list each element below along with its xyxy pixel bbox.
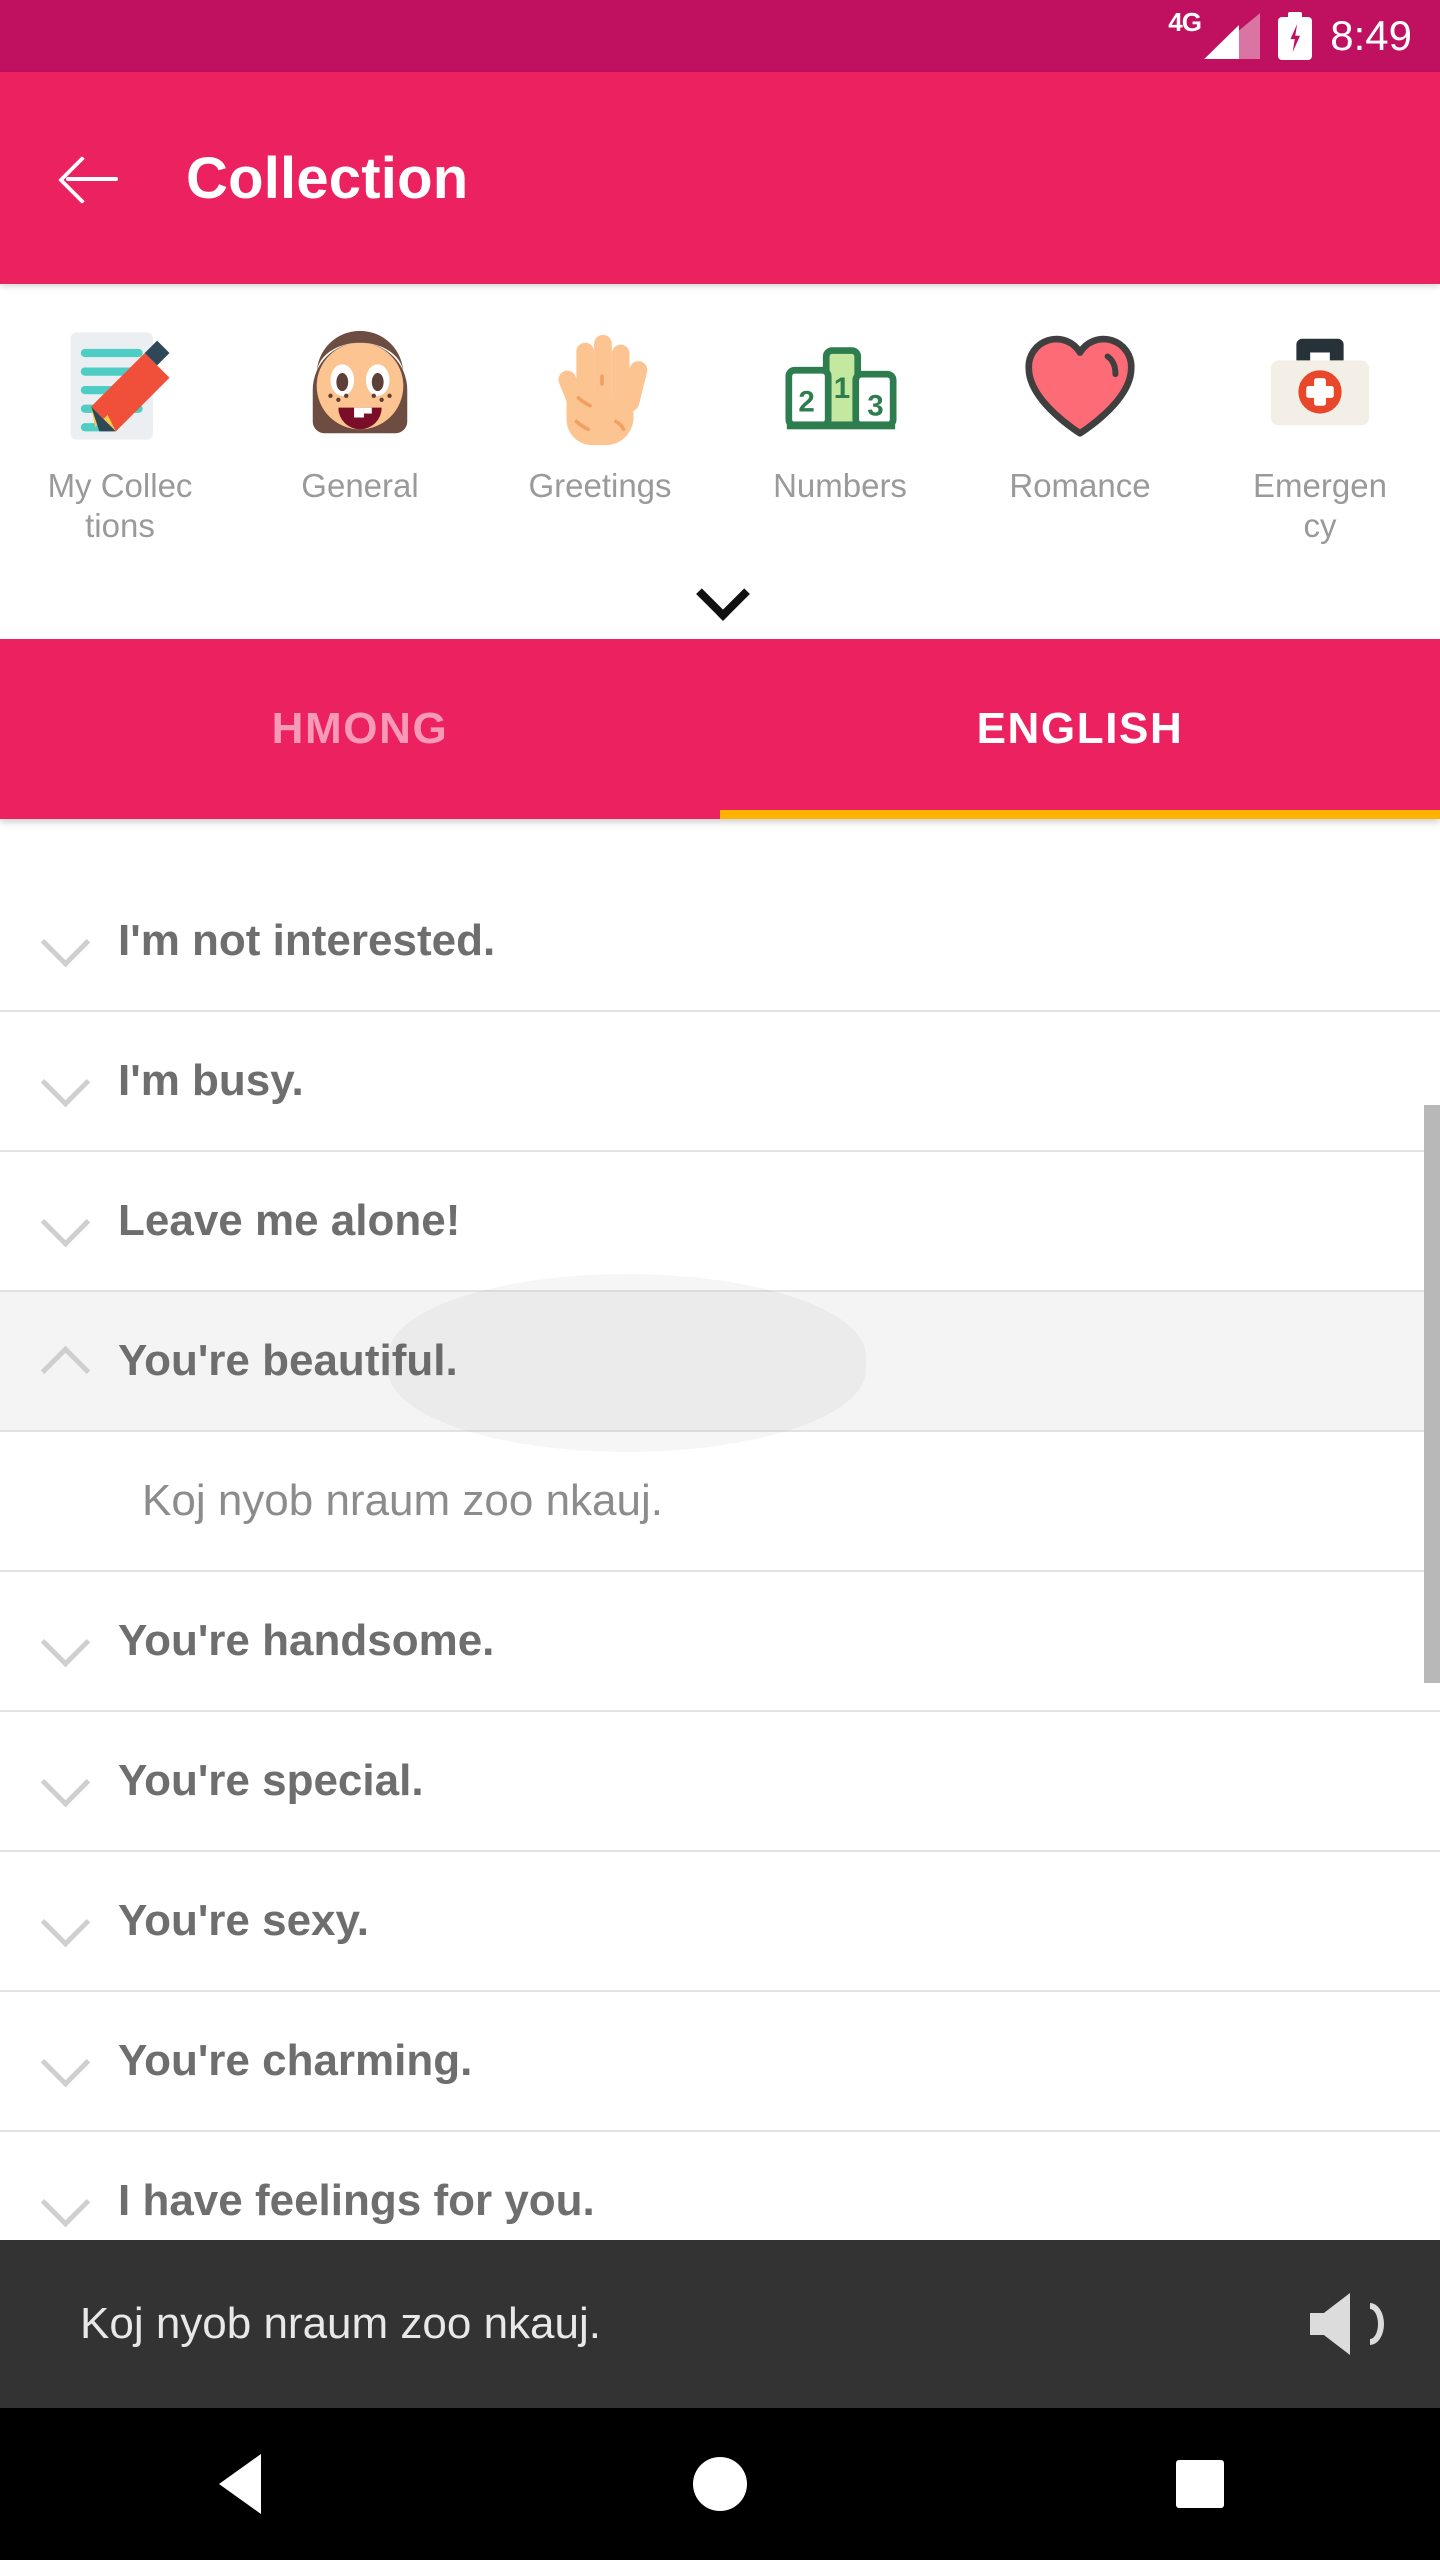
- podium-icon: 2 1 3: [766, 312, 914, 460]
- svg-text:1: 1: [834, 372, 850, 405]
- ripple-highlight: [388, 1274, 866, 1452]
- phrase-text: I'm not interested.: [118, 916, 496, 965]
- memo-pencil-icon: [46, 312, 194, 460]
- phrase-text: I'm busy.: [118, 1056, 304, 1105]
- translation-row: Koj nyob nraum zoo nkauj.: [0, 1432, 1440, 1572]
- tab-label: HMONG: [271, 703, 449, 753]
- category-item-greetings[interactable]: Greetings: [480, 312, 720, 547]
- phrase-text: I have feelings for you.: [118, 2176, 595, 2225]
- category-row: My Collections General Greetings 2 1 3 N…: [0, 284, 1440, 547]
- speaker-volume-icon[interactable]: [1310, 2291, 1384, 2357]
- phone-screen: 4G 8:49 Collection My Collections Genera…: [0, 0, 1440, 2560]
- chevron-up-icon: [36, 1333, 92, 1389]
- chevron-down-icon: [36, 2033, 92, 2089]
- expand-categories-button[interactable]: [0, 547, 1440, 639]
- raised-hand-icon: [526, 312, 674, 460]
- list-item[interactable]: I have feelings for you.: [0, 2132, 1440, 2240]
- svg-text:3: 3: [867, 390, 883, 423]
- chevron-down-icon: [36, 913, 92, 969]
- category-panel: My Collections General Greetings 2 1 3 N…: [0, 284, 1440, 639]
- battery-charging-icon: [1278, 12, 1313, 60]
- android-navigation-bar: [0, 2408, 1440, 2560]
- signal-bars-icon: 4G: [1168, 9, 1261, 59]
- category-label: My Collections: [47, 467, 193, 545]
- phrase-text: You're charming.: [118, 2036, 473, 2085]
- list-item[interactable]: You're handsome.: [0, 1572, 1440, 1712]
- category-label: Greetings: [528, 467, 672, 504]
- tab-hmong[interactable]: HMONG: [0, 639, 720, 819]
- category-item-general[interactable]: General: [240, 312, 480, 547]
- girl-face-icon: [286, 312, 434, 460]
- category-label: Emergency: [1253, 467, 1387, 545]
- status-bar: 4G 8:49: [0, 0, 1440, 72]
- category-item-romance[interactable]: Romance: [960, 312, 1200, 547]
- circle-home-icon: [693, 2457, 747, 2511]
- phrase-text: You're beautiful.: [118, 1336, 458, 1385]
- player-phrase-text: Koj nyob nraum zoo nkauj.: [80, 2299, 601, 2348]
- phrase-text: You're handsome.: [118, 1616, 495, 1665]
- status-bar-clock: 8:49: [1330, 12, 1412, 59]
- square-recents-icon: [1176, 2460, 1224, 2508]
- phrase-list[interactable]: I'm not interested. I'm busy. Leave me a…: [0, 872, 1440, 2240]
- chevron-down-icon: [36, 2173, 92, 2229]
- phrase-text: You're special.: [118, 1756, 424, 1805]
- category-label: Romance: [1009, 467, 1151, 504]
- phrase-text: Leave me alone!: [118, 1196, 461, 1245]
- tab-label: ENGLISH: [976, 703, 1184, 753]
- language-tabs: HMONG ENGLISH: [0, 638, 1440, 819]
- chevron-down-icon: [36, 1893, 92, 1949]
- list-item[interactable]: You're special.: [0, 1712, 1440, 1852]
- nav-home-button[interactable]: [480, 2457, 960, 2511]
- tab-indicator: [720, 809, 1440, 819]
- chevron-down-icon: [36, 1753, 92, 1809]
- category-item-numbers[interactable]: 2 1 3 Numbers: [720, 312, 960, 547]
- category-label: Numbers: [773, 467, 907, 504]
- heart-icon: [1006, 312, 1154, 460]
- chevron-down-icon: [698, 571, 742, 615]
- translation-text: Koj nyob nraum zoo nkauj.: [142, 1476, 663, 1525]
- first-aid-kit-icon: [1246, 312, 1394, 460]
- chevron-down-icon: [36, 1613, 92, 1669]
- list-item[interactable]: Leave me alone!: [0, 1152, 1440, 1292]
- app-bar: Collection: [0, 72, 1440, 284]
- list-item-expanded[interactable]: You're beautiful.: [0, 1292, 1440, 1432]
- category-label: General: [301, 467, 419, 504]
- nav-back-button[interactable]: [0, 2454, 480, 2514]
- audio-player-bar: Koj nyob nraum zoo nkauj.: [0, 2240, 1440, 2408]
- arrow-left-icon[interactable]: [64, 150, 120, 206]
- nav-recents-button[interactable]: [960, 2460, 1440, 2508]
- scrollbar-thumb[interactable]: [1424, 1105, 1440, 1683]
- chevron-down-icon: [36, 1193, 92, 1249]
- network-type-label: 4G: [1168, 7, 1202, 37]
- phrase-text: You're sexy.: [118, 1896, 369, 1945]
- list-item[interactable]: You're charming.: [0, 1992, 1440, 2132]
- triangle-back-icon: [219, 2454, 261, 2514]
- page-title: Collection: [186, 145, 469, 211]
- category-item-emergency[interactable]: Emergency: [1200, 312, 1440, 547]
- list-item[interactable]: I'm not interested.: [0, 872, 1440, 1012]
- chevron-down-icon: [36, 1053, 92, 1109]
- category-item-my-collections[interactable]: My Collections: [0, 312, 240, 547]
- svg-text:2: 2: [798, 386, 814, 419]
- list-item[interactable]: I'm busy.: [0, 1012, 1440, 1152]
- list-item[interactable]: You're sexy.: [0, 1852, 1440, 1992]
- tab-english[interactable]: ENGLISH: [720, 639, 1440, 819]
